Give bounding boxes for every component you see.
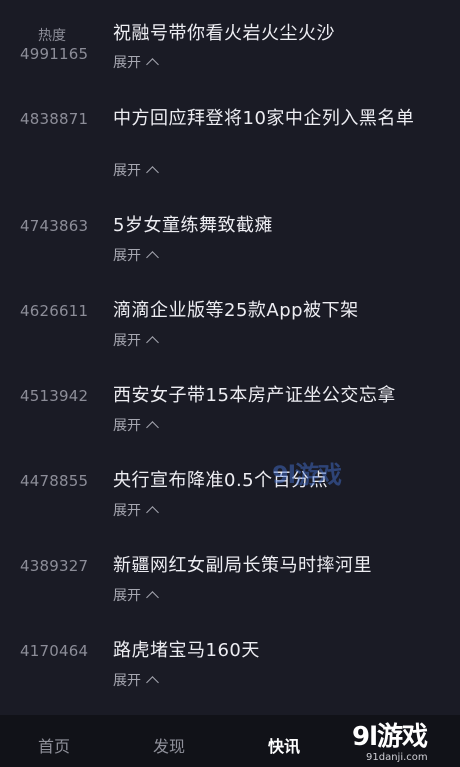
site-url: 91danji.com bbox=[366, 752, 428, 763]
item-title[interactable]: 新疆网红女副局长策马时摔河里 bbox=[113, 553, 433, 578]
tab-discover[interactable]: 发现 bbox=[153, 733, 185, 757]
heat-column-label: 热度 bbox=[38, 28, 66, 44]
item-title[interactable]: 西安女子带15本房产证坐公交忘拿 bbox=[113, 383, 433, 408]
expand-button[interactable]: 展开 bbox=[113, 415, 159, 435]
expand-button[interactable]: 展开 bbox=[113, 500, 159, 520]
chevron-up-icon bbox=[146, 58, 159, 71]
chevron-up-icon bbox=[146, 336, 159, 349]
expand-label: 展开 bbox=[113, 673, 141, 689]
expand-button[interactable]: 展开 bbox=[113, 245, 159, 265]
item-title[interactable]: 滴滴企业版等25款App被下架 bbox=[113, 298, 433, 323]
expand-button[interactable]: 展开 bbox=[113, 160, 159, 180]
watermark: 9l游戏 bbox=[272, 461, 342, 489]
tab-news-flash[interactable]: 快讯 bbox=[268, 733, 300, 757]
heat-score: 4170464 bbox=[20, 642, 89, 660]
expand-button[interactable]: 展开 bbox=[113, 330, 159, 350]
chevron-up-icon bbox=[146, 251, 159, 264]
expand-label: 展开 bbox=[113, 163, 141, 179]
chevron-up-icon bbox=[146, 676, 159, 689]
chevron-up-icon bbox=[146, 506, 159, 519]
heat-score: 4513942 bbox=[20, 387, 89, 405]
item-title[interactable]: 中方回应拜登将10家中企列入黑名单 bbox=[113, 106, 433, 131]
item-title[interactable]: 祝融号带你看火岩火尘火沙 bbox=[113, 21, 433, 46]
heat-score: 4389327 bbox=[20, 557, 89, 575]
expand-label: 展开 bbox=[113, 333, 141, 349]
expand-label: 展开 bbox=[113, 418, 141, 434]
expand-label: 展开 bbox=[113, 248, 141, 264]
expand-button[interactable]: 展开 bbox=[113, 585, 159, 605]
chevron-up-icon bbox=[146, 166, 159, 179]
heat-score: 4991165 bbox=[20, 45, 89, 63]
expand-button[interactable]: 展开 bbox=[113, 52, 159, 72]
item-title[interactable]: 路虎堵宝马160天 bbox=[113, 638, 433, 663]
heat-score: 4626611 bbox=[20, 302, 89, 320]
tab-home[interactable]: 首页 bbox=[38, 733, 70, 757]
expand-label: 展开 bbox=[113, 55, 141, 71]
chevron-up-icon bbox=[146, 421, 159, 434]
item-title[interactable]: 5岁女童练舞致截瘫 bbox=[113, 213, 433, 238]
expand-label: 展开 bbox=[113, 503, 141, 519]
site-logo: 9l游戏 bbox=[352, 722, 428, 752]
heat-score: 4743863 bbox=[20, 217, 89, 235]
chevron-up-icon bbox=[146, 591, 159, 604]
expand-label: 展开 bbox=[113, 588, 141, 604]
heat-score: 4838871 bbox=[20, 110, 89, 128]
expand-button[interactable]: 展开 bbox=[113, 670, 159, 690]
heat-score: 4478855 bbox=[20, 472, 89, 490]
